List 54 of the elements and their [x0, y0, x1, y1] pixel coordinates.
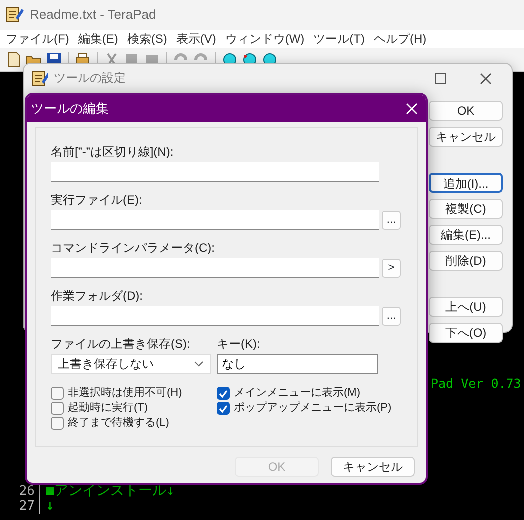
- dialog-button[interactable]: 削除(D): [429, 251, 503, 271]
- checkbox-label: メインメニューに表示(M): [234, 386, 360, 402]
- line-number: 27: [0, 499, 40, 514]
- dialog-button[interactable]: 複製(C): [429, 199, 503, 219]
- chevron-down-icon: [194, 361, 204, 367]
- checkbox[interactable]: [51, 417, 64, 430]
- input-field[interactable]: [51, 210, 379, 230]
- dialog-button[interactable]: 上へ(U): [429, 297, 503, 317]
- menu-item[interactable]: ウィンドウ(W): [223, 30, 312, 48]
- editor-line: ■アンインストール↓: [45, 484, 175, 499]
- dialog-title: ツールの編集: [31, 100, 109, 118]
- editor-line: ↓: [45, 499, 54, 514]
- field-label: キー(K):: [217, 336, 262, 352]
- close-icon[interactable]: [480, 73, 492, 85]
- app-icon: [32, 70, 48, 86]
- maximize-icon[interactable]: [435, 73, 447, 85]
- editor-text: Pad Ver 0.73: [431, 375, 522, 393]
- menu-item[interactable]: ヘルプ(H): [372, 30, 434, 48]
- menu-item[interactable]: ファイル(F): [4, 30, 76, 48]
- dropdown[interactable]: 上書き保存しない: [51, 354, 211, 374]
- dialog-button[interactable]: 下へ(O): [429, 323, 503, 343]
- dialog-title: ツールの設定: [54, 70, 126, 87]
- checkbox-label: 非選択時は使用不可(H): [68, 386, 182, 402]
- field-label: ファイルの上書き保存(S):: [51, 336, 192, 352]
- new-file-icon[interactable]: [6, 52, 22, 68]
- input-field[interactable]: [51, 306, 379, 326]
- app-icon: [6, 6, 24, 24]
- menu-item[interactable]: 編集(E): [76, 30, 126, 48]
- browse-button[interactable]: ...: [382, 210, 401, 230]
- checkbox[interactable]: [51, 387, 64, 400]
- dialog-button[interactable]: OK: [429, 101, 503, 121]
- input-field[interactable]: [51, 162, 379, 182]
- dialog-button[interactable]: キャンセル: [331, 457, 415, 477]
- field-label: 名前[”-”は区切り線](N):: [51, 144, 175, 160]
- menu-item[interactable]: 検索(S): [125, 30, 174, 48]
- checkbox[interactable]: [217, 387, 230, 400]
- input-field[interactable]: [51, 258, 379, 278]
- menu-item[interactable]: ツール(T): [312, 30, 372, 48]
- checkbox-label: 終了まで待機する(L): [68, 416, 170, 432]
- field-label: 作業フォルダ(D):: [51, 288, 144, 304]
- input-field[interactable]: なし: [217, 354, 378, 374]
- menu-item[interactable]: 表示(V): [174, 30, 224, 48]
- checkbox-label: 起動時に実行(T): [68, 400, 148, 416]
- dialog-button[interactable]: キャンセル: [429, 127, 503, 147]
- field-label: コマンドラインパラメータ(C):: [51, 240, 216, 256]
- dialog-button[interactable]: 追加(I)...: [429, 173, 503, 193]
- checkbox-label: ポップアップメニューに表示(P): [234, 400, 392, 416]
- checkbox[interactable]: [51, 402, 64, 415]
- window-title: Readme.txt - TeraPad: [30, 6, 156, 24]
- dialog-button[interactable]: 編集(E)...: [429, 225, 503, 245]
- browse-button[interactable]: ...: [382, 306, 401, 326]
- field-label: 実行ファイル(E):: [51, 192, 144, 208]
- browse-button[interactable]: >: [382, 258, 401, 278]
- checkbox[interactable]: [217, 402, 230, 415]
